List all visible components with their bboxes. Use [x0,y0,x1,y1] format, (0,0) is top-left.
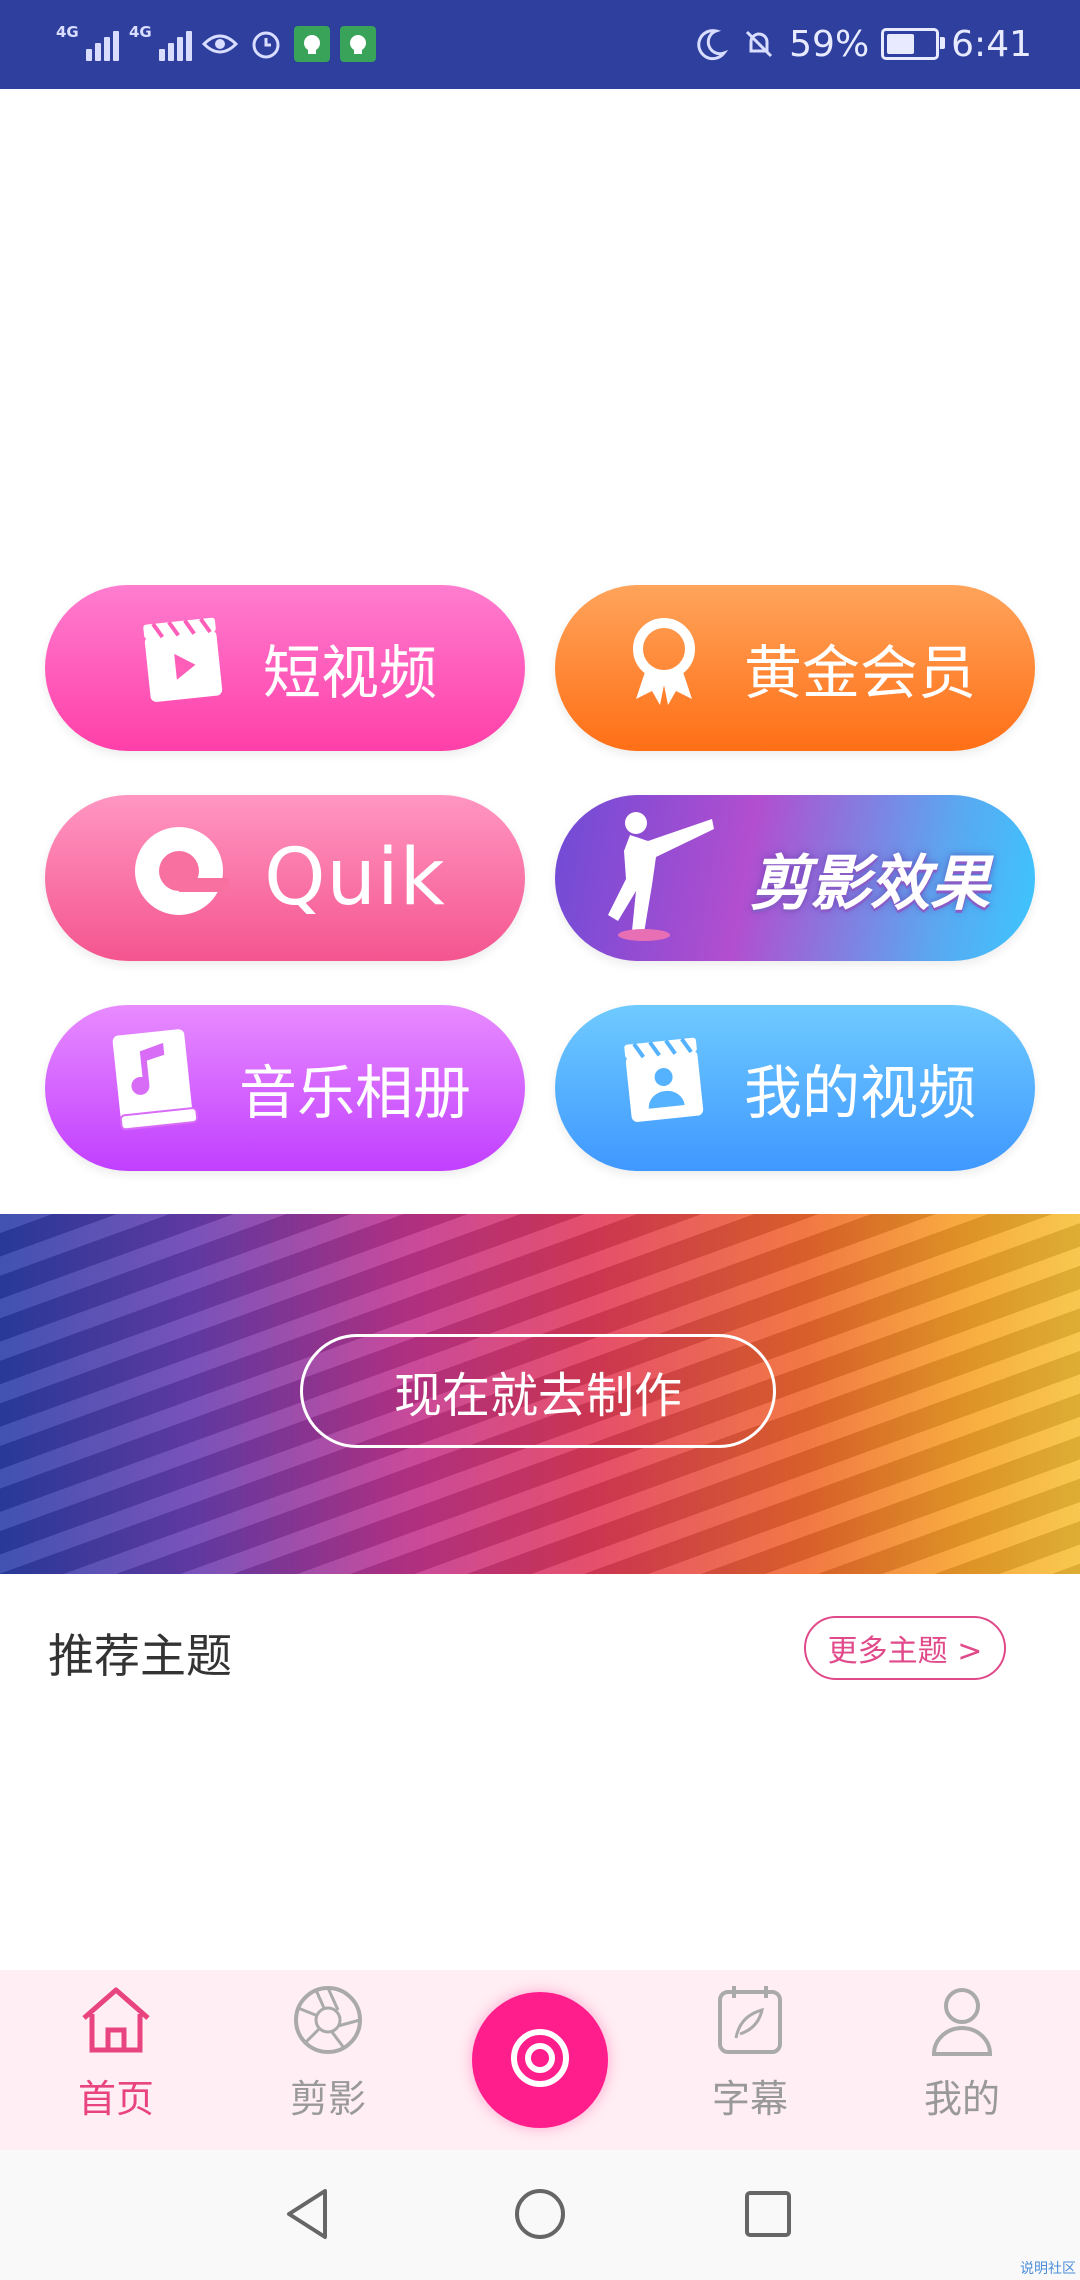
tab-captions[interactable]: 字幕 [670,1980,830,2123]
short-video-label: 短视频 [262,639,437,707]
tab-edit-label: 剪影 [289,2077,366,2121]
gold-member-button[interactable]: 黄金会员 [555,585,1035,751]
record-icon [508,2026,572,2094]
martial-arts-kick-icon [600,801,720,955]
music-book-icon [99,1026,209,1150]
quik-logo-icon [124,816,234,940]
recents-square-icon [743,2189,793,2243]
tab-home[interactable]: 首页 [36,1980,196,2123]
signal-icon: 4G [56,23,119,61]
app-notification-icon-2 [340,26,376,62]
record-button[interactable] [472,1992,608,2128]
system-nav-bar [0,2150,1080,2280]
more-themes-button[interactable]: 更多主题 > [804,1616,1006,1680]
home-nav-button[interactable] [510,2186,570,2246]
music-album-label: 音乐相册 [238,1059,471,1127]
clapperboard-play-icon [133,611,233,725]
recommended-title: 推荐主题 [48,1629,232,1683]
aperture-icon [288,1980,368,2064]
mute-bell-icon [741,26,777,62]
tab-edit[interactable]: 剪影 [248,1980,408,2123]
network-type: 4G [56,23,79,41]
tab-profile[interactable]: 我的 [882,1980,1042,2123]
back-triangle-icon [283,2187,333,2245]
home-circle-icon [513,2187,567,2245]
clapperboard-user-icon [614,1031,714,1145]
editing-effects-label: 剪影效果 [750,848,990,919]
my-videos-label: 我的视频 [743,1059,976,1127]
user-icon [922,1980,1002,2064]
quik-label: Quik [264,833,446,923]
battery-percent: 59% [789,23,870,65]
clock: 6:41 [951,23,1032,65]
back-button[interactable] [278,2186,338,2246]
music-album-button[interactable]: 音乐相册 [45,1005,525,1171]
network-type-2: 4G [129,23,152,41]
status-left: 4G 4G [56,18,376,70]
make-now-button[interactable]: 现在就去制作 [300,1334,776,1448]
caption-icon [710,1980,790,2064]
status-bar: 4G 4G 59% 6:41 [0,0,1080,89]
tab-profile-label: 我的 [923,2077,1000,2121]
editing-effects-button[interactable]: 剪影效果 [555,795,1035,961]
promo-banner: 现在就去制作 [0,1214,1080,1574]
tab-home-label: 首页 [77,2077,154,2121]
eye-icon [202,26,238,62]
my-videos-button[interactable]: 我的视频 [555,1005,1035,1171]
tab-captions-label: 字幕 [711,2077,788,2121]
gold-member-label: 黄金会员 [743,639,976,707]
battery-icon [881,28,946,60]
award-ribbon-icon [614,611,714,725]
watermark: 说明社区 [1020,2261,1076,2277]
signal-icon-2: 4G [129,23,192,61]
home-icon [76,1980,156,2064]
bottom-tab-bar: 首页 剪影 字幕 我的 [0,1970,1080,2150]
moon-icon [693,26,729,62]
recents-button[interactable] [738,2186,798,2246]
app-notification-icon [294,26,330,62]
short-video-button[interactable]: 短视频 [45,585,525,751]
status-right: 59% 6:41 [693,18,1032,70]
quik-button[interactable]: Quik [45,795,525,961]
alarm-icon [248,26,284,62]
